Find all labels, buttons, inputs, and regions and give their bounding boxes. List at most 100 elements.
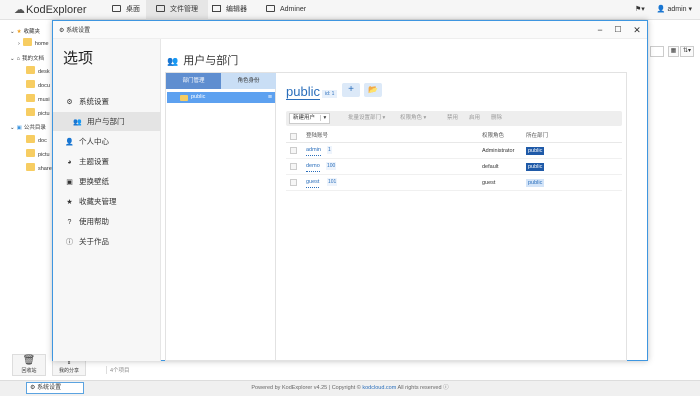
tree-item-folder[interactable]: doc <box>26 135 47 147</box>
enable-button[interactable]: 启用 <box>469 113 480 124</box>
folder-icon <box>180 94 188 101</box>
user-role: Administrator <box>482 148 515 154</box>
users-icon: 👥 <box>73 119 82 126</box>
top-bar: ☁KodExplorer 桌面 文件管理 编辑器 Adminer ⚑▾ 👤 ad… <box>0 0 700 20</box>
user-name-link[interactable]: demo <box>306 162 320 172</box>
folder-manage-icon <box>156 5 165 12</box>
palette-icon: ◕ <box>67 159 72 166</box>
add-group-button[interactable]: + <box>342 83 360 97</box>
caret-icon: ▾ <box>319 114 327 121</box>
close-button[interactable]: ✕ <box>630 23 644 37</box>
tab-desktop[interactable]: 桌面 <box>102 0 150 20</box>
select-all-checkbox[interactable] <box>290 133 297 140</box>
group-folder-button[interactable]: 📂 <box>364 83 382 97</box>
permission-role-button[interactable]: 权限角色 ▾ <box>400 113 426 124</box>
grid-view-icon[interactable]: ▦ <box>668 46 679 57</box>
folder-icon <box>22 38 32 46</box>
menu-item-users-departments[interactable]: 👥 用户与部门 <box>53 112 161 131</box>
sort-icon[interactable]: ⇅▾ <box>680 46 694 57</box>
image-icon: ▣ <box>66 179 73 186</box>
folder-icon <box>26 94 35 102</box>
dept-badge: public <box>526 179 545 187</box>
tab-file-manager[interactable]: 文件管理 <box>146 0 208 20</box>
flag-icon[interactable]: ⚑▾ <box>635 6 645 13</box>
user-menu[interactable]: 👤 admin ▾ <box>657 6 692 13</box>
star-icon: ★ <box>66 199 73 206</box>
desktop-icon <box>112 5 121 12</box>
menu-item-about[interactable]: ⓘ 关于作品 <box>53 232 161 251</box>
chevron-down-icon: ⌄ <box>10 56 15 62</box>
menu-item-wallpaper[interactable]: ▣ 更换壁纸 <box>53 172 161 191</box>
disable-button[interactable]: 禁用 <box>447 113 458 124</box>
tree-item-my-documents[interactable]: ⌄ ⌂ 我的文档 <box>10 53 44 65</box>
user-role: default <box>482 164 499 170</box>
tab-department-management[interactable]: 部门管理 <box>166 73 221 89</box>
tree-item-home[interactable]: › home <box>18 38 49 50</box>
background-search-input[interactable] <box>650 46 664 57</box>
group-name[interactable]: public <box>286 85 320 100</box>
menu-item-help[interactable]: ? 使用帮助 <box>53 212 161 231</box>
options-sidebar: 选项 ⚙ 系统设置 👥 用户与部门 👤 个人中心 ◕ 主题设置 ▣ 更换壁纸 ★ 收藏夹管理… <box>53 39 161 361</box>
gear-icon: ⚙ <box>59 28 65 34</box>
new-user-button[interactable]: 新建用户 ▾ <box>289 112 331 124</box>
tree-item-folder[interactable]: pictu <box>26 149 50 161</box>
tree-item-folder[interactable]: share <box>26 163 52 175</box>
recycle-bin-button[interactable]: 🗑 回收站 <box>12 354 46 376</box>
trash-icon: 🗑 <box>22 355 36 366</box>
menu-icon[interactable]: ≡ <box>268 92 272 103</box>
file-tree: ⌄ ★ 收藏夹 › home ⌄ ⌂ 我的文档 desk docu musi pictu … <box>0 20 56 370</box>
user-group-panel: 部门管理 角色身份 public ≡ public id: 1 + 📂 新建用户… <box>165 72 627 361</box>
users-icon: 👥 <box>167 56 179 66</box>
tab-editor[interactable]: 编辑器 <box>202 0 257 20</box>
tree-item-favorites[interactable]: ⌄ ★ 收藏夹 <box>10 26 40 38</box>
question-icon: ? <box>67 219 72 226</box>
maximize-button[interactable]: ☐ <box>611 23 625 37</box>
plus-icon: + <box>348 84 354 95</box>
cloud-icon: ☁ <box>14 4 25 16</box>
page-title: 👥 用户与部门 <box>167 55 239 67</box>
user-list-pane: public id: 1 + 📂 新建用户 ▾ 批量设置部门 ▾ 权限角色 ▾ … <box>276 73 626 360</box>
delete-button[interactable]: 删除 <box>491 113 502 124</box>
folder-icon <box>26 149 35 157</box>
user-name-link[interactable]: guest <box>306 178 320 188</box>
row-checkbox[interactable] <box>290 147 297 154</box>
row-checkbox[interactable] <box>290 163 297 170</box>
batch-department-button[interactable]: 批量设置部门 ▾ <box>348 113 385 124</box>
chevron-right-icon: › <box>18 41 20 47</box>
menu-item-favorites[interactable]: ★ 收藏夹管理 <box>53 192 161 211</box>
info-icon: ⓘ <box>66 239 73 246</box>
dept-badge: public <box>526 163 545 171</box>
footer-link[interactable]: kodcloud.com <box>362 385 396 391</box>
tree-item-public[interactable]: ⌄ ▣ 公共目录 <box>10 122 46 134</box>
top-right-menu: ⚑▾ 👤 admin ▾ <box>635 0 692 20</box>
tab-adminer[interactable]: Adminer <box>256 0 316 20</box>
tab-roles[interactable]: 角色身份 <box>221 73 276 89</box>
home-icon: ⌂ <box>16 56 20 62</box>
row-checkbox[interactable] <box>290 179 297 186</box>
table-row[interactable]: guest 101 guest public <box>286 175 622 191</box>
tree-item-folder[interactable]: desk <box>26 66 50 78</box>
minimize-button[interactable]: − <box>593 23 607 37</box>
folder-icon <box>26 108 35 116</box>
menu-item-theme[interactable]: ◕ 主题设置 <box>53 152 161 171</box>
menu-item-system-settings[interactable]: ⚙ 系统设置 <box>53 92 161 111</box>
tree-item-folder[interactable]: musi <box>26 94 50 106</box>
edit-icon <box>212 5 221 12</box>
user-icon: 👤 <box>65 139 74 146</box>
app-logo[interactable]: ☁KodExplorer <box>14 3 87 16</box>
table-row[interactable]: demo 100 default public <box>286 159 622 175</box>
menu-item-personal-center[interactable]: 👤 个人中心 <box>53 132 161 151</box>
tree-item-folder[interactable]: docu <box>26 80 50 92</box>
table-row[interactable]: admin 1 Administrator public <box>286 143 622 159</box>
info-icon[interactable]: ⓘ <box>443 385 449 391</box>
group-pane: 部门管理 角色身份 public ≡ <box>166 73 276 360</box>
group-item-public[interactable]: public ≡ <box>167 92 275 103</box>
folder-icon <box>26 66 35 74</box>
table-header: 登陆账号 权限角色 所在部门 <box>286 130 622 143</box>
user-name-link[interactable]: admin <box>306 146 321 156</box>
sidebar-heading: 选项 <box>63 50 94 67</box>
tree-item-folder[interactable]: pictu <box>26 108 50 120</box>
dialog-titlebar[interactable]: ⚙ 系统设置 − ☐ ✕ <box>53 21 647 39</box>
user-role: guest <box>482 180 496 186</box>
system-settings-button[interactable]: ⚙ 系统设置 <box>26 382 84 394</box>
